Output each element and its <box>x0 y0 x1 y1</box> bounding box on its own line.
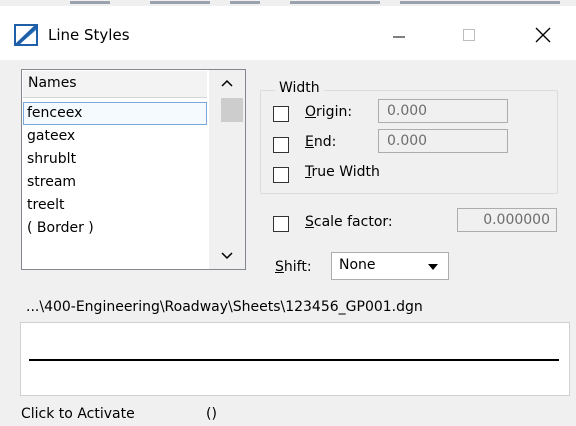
names-scrollbar[interactable] <box>209 70 245 269</box>
scale-factor-label: Scale factor: <box>305 214 393 230</box>
close-icon <box>535 27 551 43</box>
line-styles-dialog: Line Styles Names fenceex gateex shrublt… <box>0 0 576 426</box>
shift-label: Shift: <box>275 259 312 275</box>
end-field[interactable]: 0.000 <box>378 129 508 153</box>
end-label: End: <box>305 134 337 150</box>
minimize-button[interactable] <box>376 12 422 58</box>
list-item[interactable]: fenceex <box>23 102 207 125</box>
scale-factor-field[interactable]: 0.000000 <box>457 208 557 232</box>
scroll-thumb[interactable] <box>221 98 243 122</box>
origin-checkbox[interactable] <box>273 106 289 122</box>
scroll-down-button[interactable] <box>209 245 245 267</box>
end-checkbox[interactable] <box>273 137 289 153</box>
chevron-up-icon <box>221 79 233 87</box>
names-listbox[interactable]: Names fenceex gateex shrublt stream tree… <box>21 69 246 270</box>
shift-dropdown[interactable]: None <box>331 252 449 280</box>
list-item[interactable]: shrublt <box>23 148 207 171</box>
file-path-text: ...\400-Engineering\Roadway\Sheets\12345… <box>26 299 423 315</box>
names-list-items: fenceex gateex shrublt stream treelt ( B… <box>23 102 207 240</box>
line-styles-app-icon <box>14 24 38 46</box>
minimize-icon <box>393 36 405 38</box>
true-width-label: True Width <box>305 164 380 180</box>
maximize-icon <box>463 29 475 41</box>
dropdown-arrow-icon <box>428 264 438 270</box>
preview-line <box>29 359 559 361</box>
scale-factor-checkbox[interactable] <box>273 216 289 232</box>
status-extra: () <box>206 406 217 422</box>
width-group-label: Width <box>275 80 324 96</box>
names-header-label: Names <box>28 75 77 91</box>
names-column-header[interactable]: Names <box>23 71 207 98</box>
list-item[interactable]: stream <box>23 171 207 194</box>
list-item[interactable]: treelt <box>23 194 207 217</box>
list-item[interactable]: gateex <box>23 125 207 148</box>
window-title: Line Styles <box>48 26 130 44</box>
status-text: Click to Activate <box>21 406 135 422</box>
shift-value: None <box>339 257 376 273</box>
true-width-checkbox[interactable] <box>273 167 289 183</box>
close-button[interactable] <box>520 12 566 58</box>
title-bar: Line Styles <box>0 6 576 60</box>
scroll-up-button[interactable] <box>209 72 245 94</box>
origin-field[interactable]: 0.000 <box>378 99 508 123</box>
origin-label: Origin: <box>305 104 353 120</box>
list-item[interactable]: ( Border ) <box>23 217 207 240</box>
maximize-button[interactable] <box>446 12 492 58</box>
chevron-down-icon <box>221 252 233 260</box>
line-style-preview <box>20 322 570 396</box>
